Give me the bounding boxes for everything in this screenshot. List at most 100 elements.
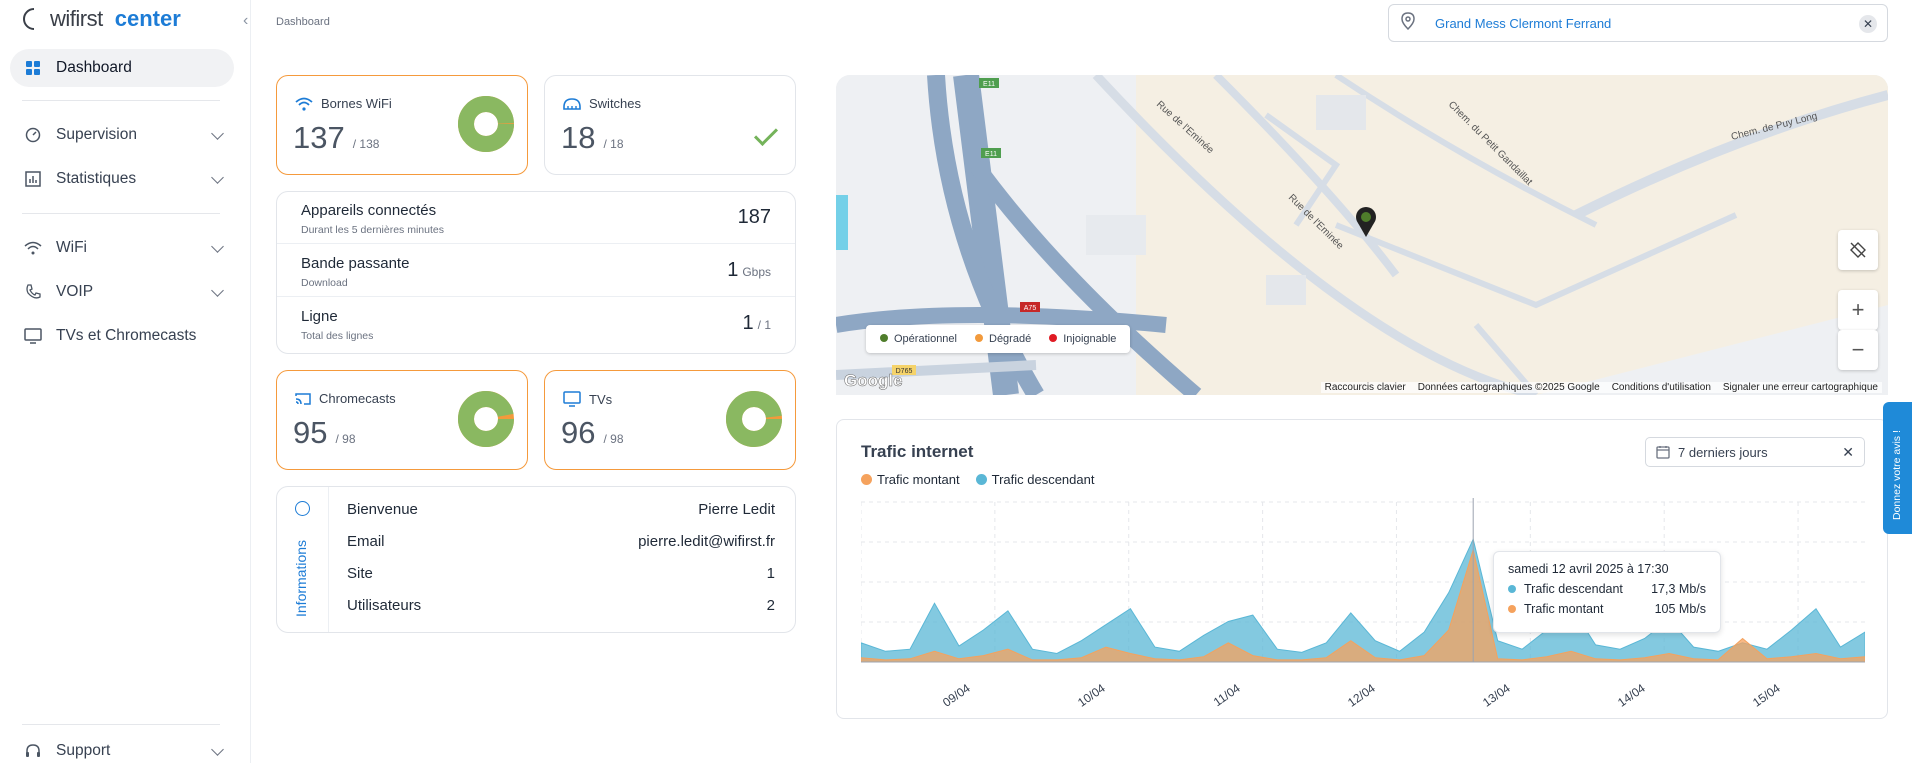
tv-icon bbox=[563, 391, 581, 407]
sidebar-item-label: WiFi bbox=[56, 239, 87, 256]
info-title: Informations bbox=[293, 539, 309, 617]
breadcrumb[interactable]: Dashboard bbox=[276, 16, 330, 28]
location-pin-icon bbox=[1401, 11, 1419, 35]
info-row: Utilisateurs 2 bbox=[347, 597, 775, 614]
legend-item-upload[interactable]: Trafic montant bbox=[861, 472, 960, 487]
road-label: E11 bbox=[985, 151, 997, 158]
switches-card[interactable]: Switches 18/ 18 bbox=[544, 75, 796, 175]
switches-count: 18/ 18 bbox=[561, 120, 624, 155]
tvs-count: 96/ 98 bbox=[561, 415, 624, 450]
gauge-icon bbox=[24, 126, 42, 144]
chromecasts-card-label: Chromecasts bbox=[319, 391, 396, 406]
x-tick-label: 14/04 bbox=[1615, 681, 1648, 708]
sidebar-item-supervision[interactable]: Supervision bbox=[10, 116, 234, 154]
tv-icon bbox=[24, 327, 42, 345]
x-tick-label: 13/04 bbox=[1480, 681, 1513, 708]
info-row: Bienvenue Pierre Ledit bbox=[347, 501, 775, 518]
chevron-down-icon bbox=[211, 240, 224, 253]
site-selector-value: Grand Mess Clermont Ferrand bbox=[1435, 15, 1612, 31]
sidebar-item-label: Statistiques bbox=[56, 170, 137, 187]
legend-item-download[interactable]: Trafic descendant bbox=[975, 472, 1094, 487]
site-selector[interactable]: Grand Mess Clermont Ferrand ✕ bbox=[1388, 4, 1888, 42]
clear-site-icon[interactable]: ✕ bbox=[1859, 15, 1877, 33]
bandwidth-desc: Download bbox=[301, 277, 348, 289]
sidebar-item-tvs-chromecasts[interactable]: TVs et Chromecasts bbox=[10, 317, 234, 355]
switch-icon bbox=[563, 97, 581, 110]
road-label: E11 bbox=[983, 81, 995, 88]
logo[interactable]: wifirst center bbox=[22, 6, 181, 32]
collapse-sidebar-icon[interactable]: ‹ bbox=[243, 12, 248, 30]
wifi-card-label: Bornes WiFi bbox=[321, 96, 392, 111]
cast-icon bbox=[295, 392, 311, 405]
sidebar: wifirst center ‹ Dashboard Supervision S… bbox=[0, 0, 251, 763]
donut-online bbox=[458, 391, 514, 447]
zoom-out-button[interactable]: − bbox=[1838, 330, 1878, 370]
line-label: Ligne bbox=[301, 308, 338, 325]
zoom-in-button[interactable]: + bbox=[1838, 290, 1878, 330]
minus-icon: − bbox=[1851, 337, 1865, 362]
chromecasts-card[interactable]: Chromecasts 95/ 98 bbox=[276, 370, 528, 470]
chart-tooltip: samedi 12 avril 2025 à 17:30 Trafic desc… bbox=[1493, 551, 1721, 633]
line-desc: Total des lignes bbox=[301, 330, 374, 342]
clear-range-icon[interactable]: ✕ bbox=[1842, 444, 1854, 461]
divider bbox=[22, 100, 220, 101]
x-tick-label: 12/04 bbox=[1345, 681, 1378, 708]
wifi-icon bbox=[295, 97, 313, 111]
sidebar-item-wifi[interactable]: WiFi bbox=[10, 229, 234, 267]
feedback-label: Donnez votre avis ! bbox=[1891, 430, 1903, 520]
calendar-icon bbox=[1656, 446, 1670, 459]
x-tick-label: 10/04 bbox=[1075, 681, 1108, 708]
stats-row-bandwidth[interactable]: Bande passante Download 1 Gbps bbox=[277, 245, 795, 297]
info-row: Site 1 bbox=[347, 565, 775, 582]
legend-item-unreachable: Injoignable bbox=[1049, 333, 1116, 345]
tvs-card-label: TVs bbox=[589, 391, 613, 407]
bandwidth-value: 1 Gbps bbox=[727, 259, 771, 281]
chromecasts-card-title: Chromecasts bbox=[295, 391, 396, 406]
tvs-card-title: TVs bbox=[563, 391, 612, 407]
keyboard-shortcuts-link[interactable]: Raccourcis clavier bbox=[1325, 382, 1406, 393]
product-name: center bbox=[114, 6, 181, 31]
map-legend: Opérationnel Dégradé Injoignable bbox=[866, 325, 1131, 353]
divider bbox=[22, 213, 220, 214]
map-data-text: Données cartographiques ©2025 Google bbox=[1417, 382, 1600, 393]
info-card: Informations Bienvenue Pierre Ledit Email… bbox=[276, 486, 796, 633]
feedback-tab[interactable]: Donnez votre avis ! bbox=[1883, 402, 1912, 534]
site-map[interactable]: E11 E11 A75 D765 Rue de l'Eminée Chem. d… bbox=[836, 75, 1888, 395]
x-tick-label: 15/04 bbox=[1750, 681, 1783, 708]
tvs-card[interactable]: TVs 96/ 98 bbox=[544, 370, 796, 470]
line-value: 1/ 1 bbox=[742, 312, 771, 334]
date-range-value: 7 derniers jours bbox=[1678, 444, 1768, 460]
bandwidth-label: Bande passante bbox=[301, 255, 410, 272]
traffic-title: Trafic internet bbox=[861, 442, 974, 461]
tooltip-row: Trafic descendant 17,3 Mb/s bbox=[1508, 582, 1706, 596]
devices-label: Appareils connectés bbox=[301, 202, 437, 219]
legend-item-degraded: Dégradé bbox=[975, 333, 1031, 345]
devices-value: 187 bbox=[737, 206, 771, 228]
stats-row-line[interactable]: Ligne Total des lignes 1/ 1 bbox=[277, 298, 795, 350]
user-circle-icon bbox=[295, 501, 310, 516]
sidebar-item-label: VOIP bbox=[56, 283, 94, 300]
plus-icon: + bbox=[1851, 297, 1865, 322]
sidebar-item-voip[interactable]: VOIP bbox=[10, 273, 234, 311]
grid-icon bbox=[24, 59, 42, 77]
brand-name: wifirst bbox=[50, 6, 103, 31]
traffic-card: Trafic internet 7 derniers jours ✕ Trafi… bbox=[836, 419, 1888, 719]
terms-link[interactable]: Conditions d'utilisation bbox=[1612, 382, 1711, 393]
sidebar-item-dashboard[interactable]: Dashboard bbox=[10, 49, 234, 87]
sidebar-item-support[interactable]: Support bbox=[10, 732, 234, 763]
legend-item-operational: Opérationnel bbox=[880, 333, 957, 345]
check-icon bbox=[753, 121, 779, 147]
sidebar-item-label: Supervision bbox=[56, 126, 137, 143]
wifi-card[interactable]: Bornes WiFi 137/ 138 bbox=[276, 75, 528, 175]
report-error-link[interactable]: Signaler une erreur cartographique bbox=[1723, 382, 1878, 393]
wifi-icon bbox=[24, 239, 42, 257]
layers-icon bbox=[1850, 242, 1866, 258]
traffic-legend: Trafic montant Trafic descendant bbox=[861, 472, 1094, 487]
chevron-down-icon bbox=[211, 284, 224, 297]
stats-row-devices[interactable]: Appareils connectés Durant les 5 dernièr… bbox=[277, 192, 795, 244]
donut-online bbox=[458, 96, 514, 152]
sidebar-item-statistiques[interactable]: Statistiques bbox=[10, 160, 234, 198]
chevron-down-icon bbox=[211, 171, 224, 184]
date-range-selector[interactable]: 7 derniers jours ✕ bbox=[1645, 437, 1865, 467]
map-layers-button[interactable] bbox=[1838, 230, 1878, 270]
